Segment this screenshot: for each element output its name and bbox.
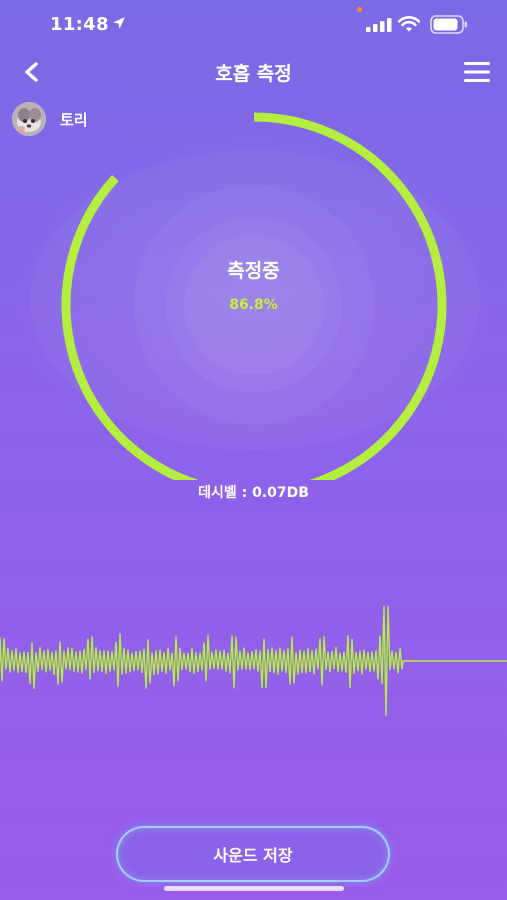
progress-ring bbox=[61, 112, 447, 480]
decibel-readout: 데시벨 : 0.07DB bbox=[198, 485, 309, 501]
measuring-status-label: 측정중 bbox=[227, 260, 280, 282]
save-sound-button[interactable]: 사운드 저장 bbox=[118, 828, 388, 880]
home-indicator bbox=[164, 886, 344, 891]
progress-percentage: 86.8% bbox=[229, 297, 278, 313]
sound-waveform bbox=[0, 605, 507, 717]
save-sound-label: 사운드 저장 bbox=[213, 846, 293, 865]
waveform-trace bbox=[0, 605, 404, 717]
